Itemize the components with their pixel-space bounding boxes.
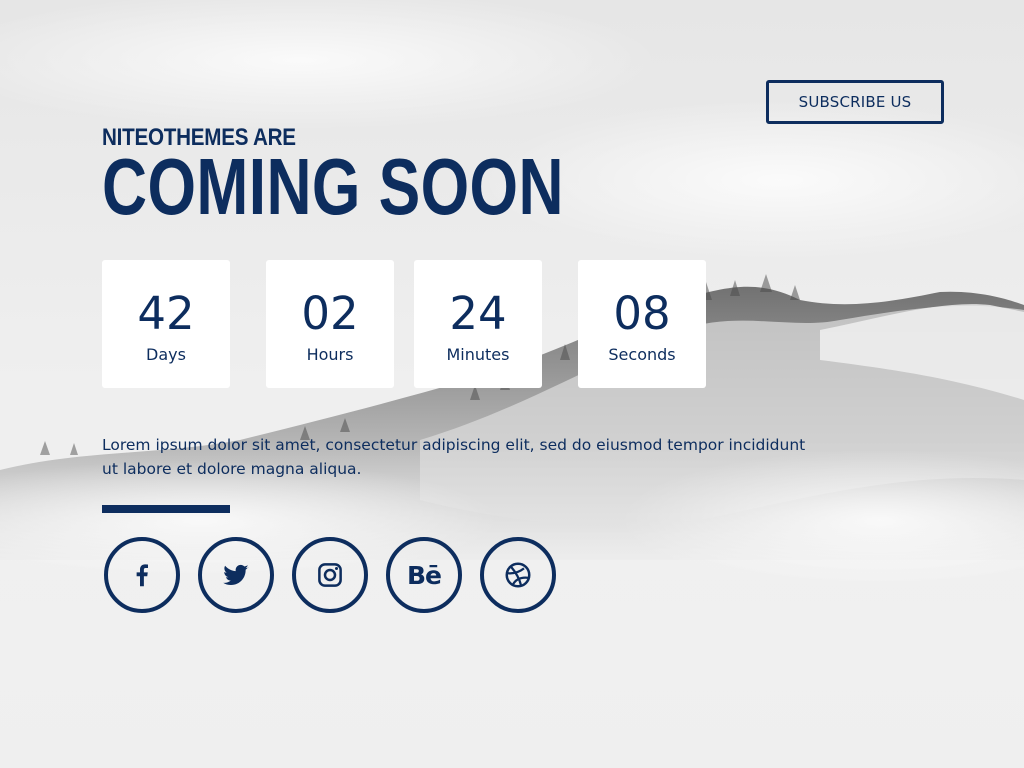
facebook-link[interactable] [104,537,180,613]
countdown-seconds-value: 08 [613,287,671,340]
countdown-days-value: 42 [137,287,195,340]
countdown-hours-label: Hours [306,345,354,364]
countdown-seconds: 08 Seconds [578,260,706,388]
divider-bar [102,505,230,513]
dribbble-icon [505,562,531,588]
behance-link[interactable]: Bē [386,537,462,613]
twitter-link[interactable] [198,537,274,613]
countdown-seconds-label: Seconds [608,345,676,364]
countdown-minutes-value: 24 [449,287,507,340]
countdown-minutes: 24 Minutes [414,260,542,388]
instagram-icon [318,563,342,587]
facebook-icon [136,564,148,587]
page-title: COMING SOON [102,142,564,231]
countdown-hours: 02 Hours [266,260,394,388]
instagram-link[interactable] [292,537,368,613]
countdown-days-label: Days [146,345,186,364]
description-text: Lorem ipsum dolor sit amet, consectetur … [102,436,806,478]
twitter-icon [223,564,249,585]
subscribe-button[interactable]: SUBSCRIBE US [766,80,944,124]
countdown-days: 42 Days [102,260,230,388]
dribbble-link[interactable] [480,537,556,613]
countdown-minutes-label: Minutes [446,345,510,364]
countdown-hours-value: 02 [301,287,359,340]
behance-icon: Bē [406,560,442,590]
